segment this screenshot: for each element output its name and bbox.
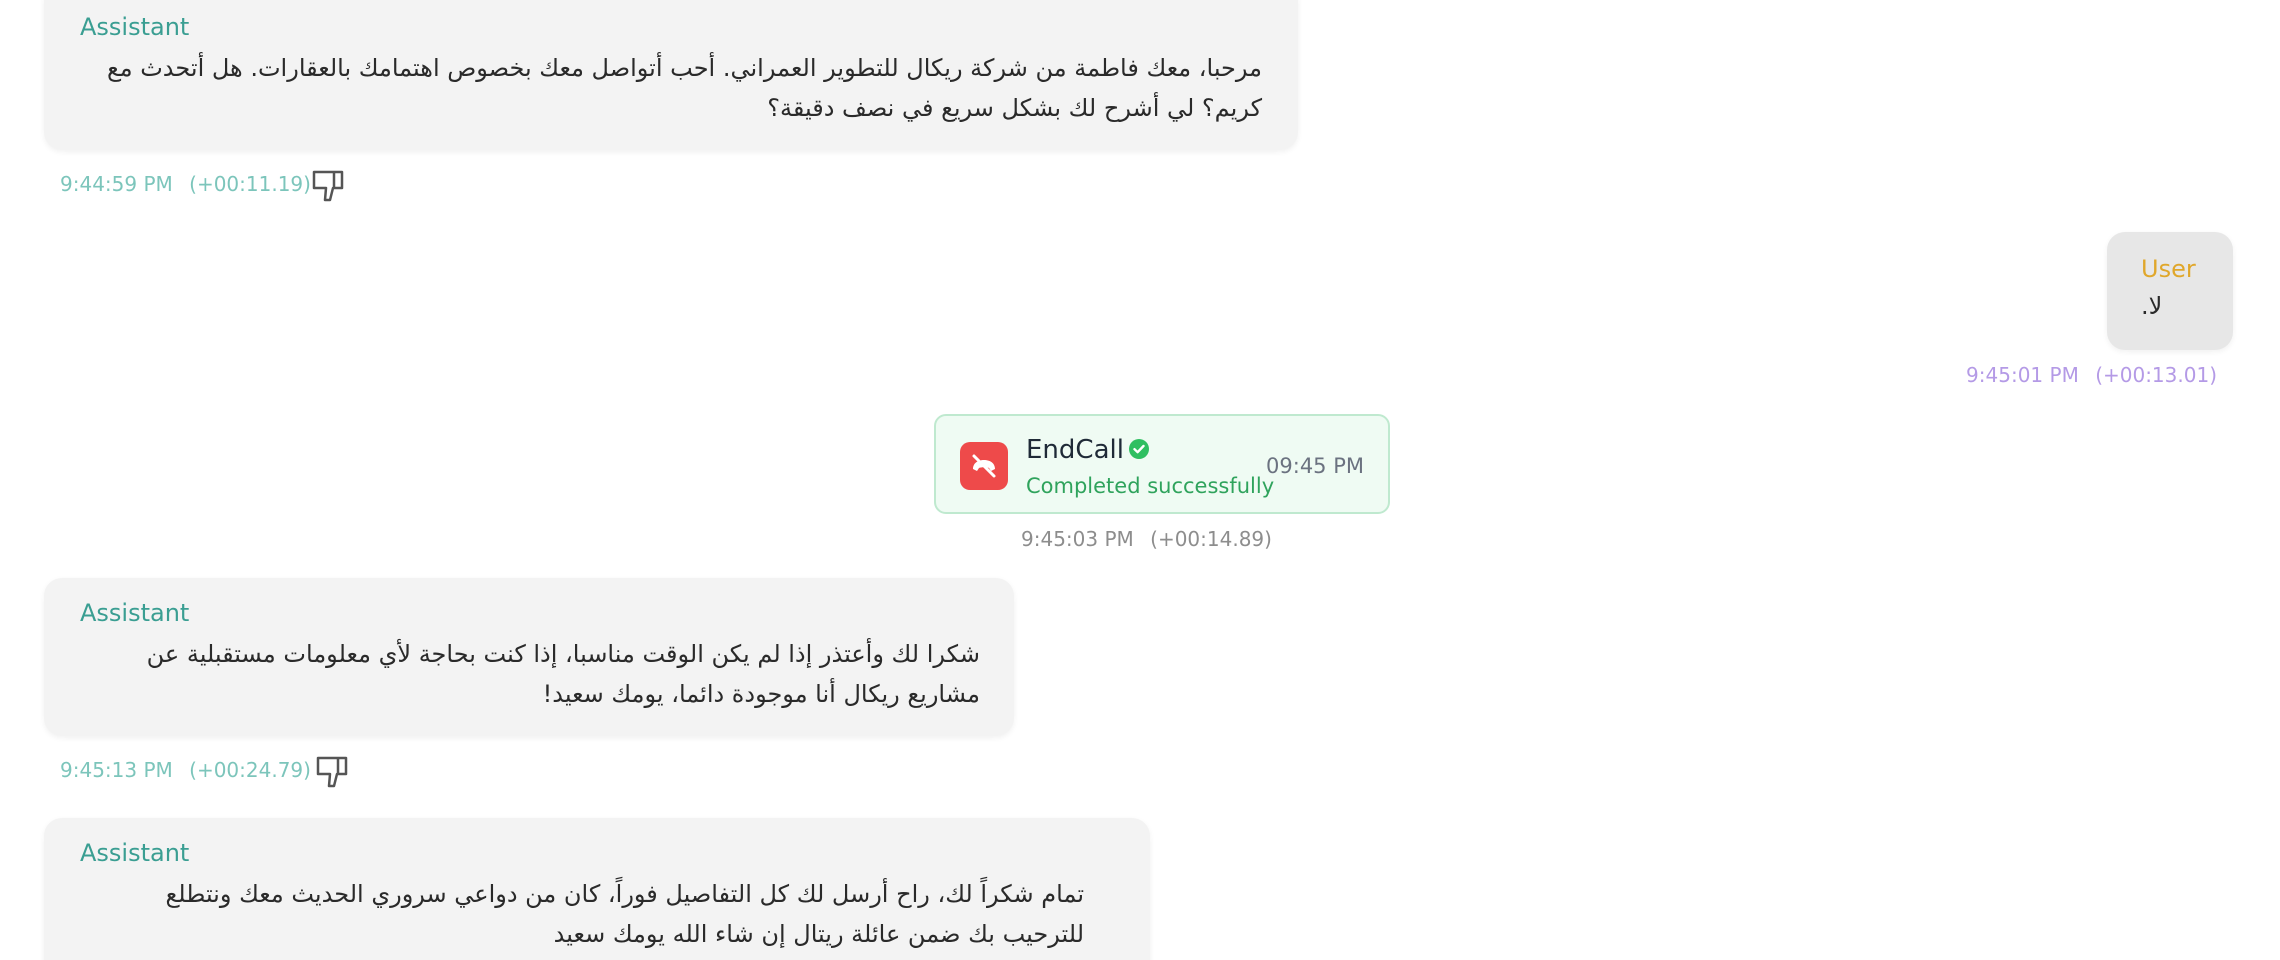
message-role-label: Assistant xyxy=(80,599,190,627)
message-role-label: Assistant xyxy=(80,13,190,41)
message-text: شكرا لك وأعتذر إذا لم يكن الوقت مناسبا، … xyxy=(146,640,980,708)
thumbs-down-icon[interactable] xyxy=(310,166,348,204)
tool-call-timestamp: 9:45:03 PM (+00:14.89) xyxy=(1021,526,1272,552)
timestamp-time: 9:44:59 PM xyxy=(60,172,173,196)
thumbs-down-icon[interactable] xyxy=(314,752,352,790)
timestamp-time: 9:45:01 PM xyxy=(1966,363,2079,387)
tool-time: 09:45 PM xyxy=(1266,454,1364,478)
phone-off-icon xyxy=(960,442,1008,490)
timestamp-time: 9:45:03 PM xyxy=(1021,527,1134,551)
message-timestamp: 9:45:13 PM (+00:24.79) xyxy=(60,757,311,783)
tool-status: Completed successfully xyxy=(1026,474,1275,498)
message-role-label: Assistant xyxy=(80,839,190,867)
tool-name: EndCall xyxy=(1026,435,1124,465)
timestamp-offset: (+00:24.79) xyxy=(189,758,311,782)
assistant-message-bubble: Assistant تمام شكراً لك، راح أرسل لك كل … xyxy=(44,818,1150,960)
message-role-label: User xyxy=(2141,255,2196,283)
chat-transcript: Assistant مرحبا، معك فاطمة من شركة ريكال… xyxy=(0,0,2280,960)
message-text: مرحبا، معك فاطمة من شركة ريكال للتطوير ا… xyxy=(106,54,1262,122)
assistant-message-bubble: Assistant مرحبا، معك فاطمة من شركة ريكال… xyxy=(44,0,1298,150)
user-message-bubble: User لا. xyxy=(2107,232,2233,350)
timestamp-offset: (+00:14.89) xyxy=(1150,527,1272,551)
check-circle-icon xyxy=(1129,439,1149,459)
timestamp-time: 9:45:13 PM xyxy=(60,758,173,782)
message-timestamp: 9:44:59 PM (+00:11.19) xyxy=(60,171,311,197)
message-text: تمام شكراً لك، راح أرسل لك كل التفاصيل ف… xyxy=(165,880,1084,948)
assistant-message-bubble: Assistant شكرا لك وأعتذر إذا لم يكن الوق… xyxy=(44,578,1014,736)
timestamp-offset: (+00:11.19) xyxy=(189,172,311,196)
timestamp-offset: (+00:13.01) xyxy=(2095,363,2217,387)
message-text: لا. xyxy=(2141,292,2163,320)
message-timestamp: 9:45:01 PM (+00:13.01) xyxy=(1966,362,2217,388)
end-call-tool-card: EndCall Completed successfully 09:45 PM xyxy=(934,414,1390,514)
